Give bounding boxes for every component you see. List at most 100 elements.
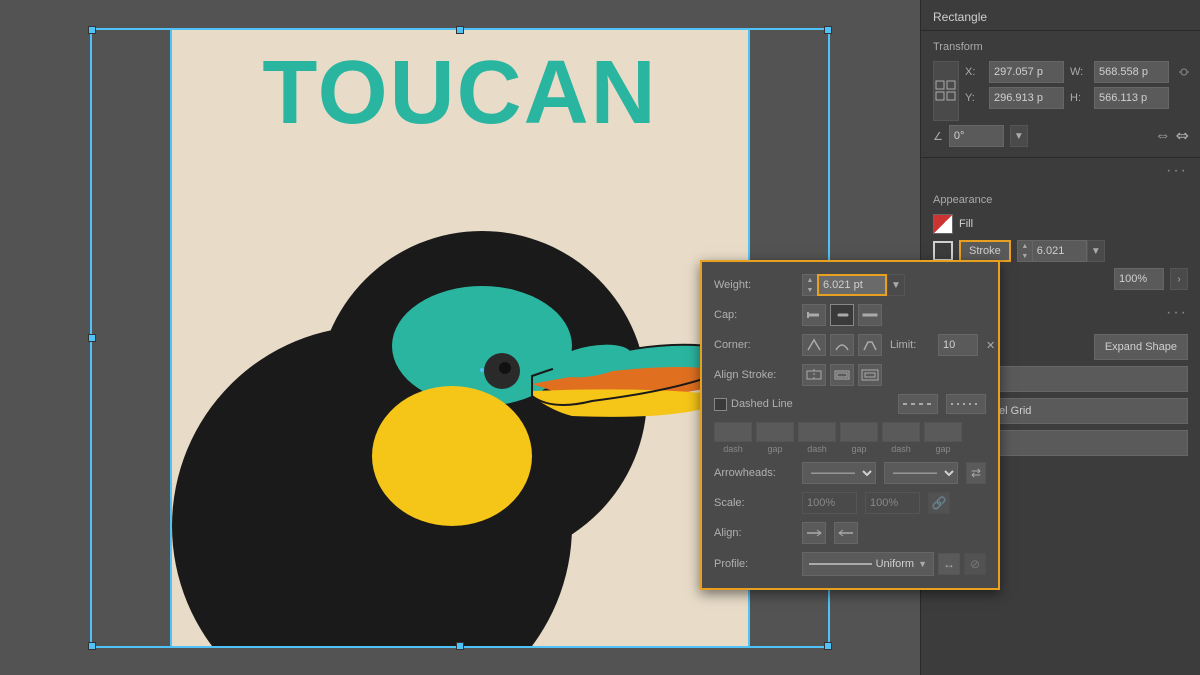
dash-input-2[interactable] — [798, 422, 836, 442]
opacity-more-btn[interactable]: › — [1170, 268, 1188, 290]
gap-input-2[interactable] — [840, 422, 878, 442]
arrowhead-start-select[interactable]: ———— — [802, 462, 876, 484]
flip-horizontal-icon[interactable]: ⇔ — [1155, 127, 1171, 145]
align-outside-svg — [861, 368, 879, 382]
h-input[interactable] — [1094, 87, 1169, 109]
more-dots: ··· — [1166, 162, 1188, 180]
handle-bottom-right[interactable] — [824, 642, 832, 650]
cap-icons — [802, 304, 882, 326]
dash-field-3: dash — [882, 422, 920, 454]
dash-label-3: dash — [891, 444, 911, 454]
appearance-label: Appearance — [933, 194, 1188, 206]
dash-gap-fields: dash gap dash gap dash gap — [714, 422, 986, 454]
arrowhead-end-select[interactable]: ———— — [884, 462, 958, 484]
cap-round-icon[interactable] — [830, 304, 854, 326]
opacity-input[interactable] — [1114, 268, 1164, 290]
flip-vertical-icon[interactable]: ⇕ — [1171, 129, 1191, 142]
scale-start-input[interactable] — [802, 492, 857, 514]
align-outside-icon[interactable] — [858, 364, 882, 386]
round-corner-svg — [834, 338, 850, 352]
scale-label: Scale: — [714, 497, 794, 509]
weight-up-arrow[interactable]: ▲ — [803, 275, 817, 285]
toucan-illustration — [172, 126, 750, 646]
cap-square-icon[interactable] — [858, 304, 882, 326]
corner-bevel-icon[interactable] — [858, 334, 882, 356]
rotation-dropdown[interactable]: ▼ — [1010, 125, 1028, 147]
panel-title-section: Rectangle — [921, 0, 1200, 31]
weight-spinner: ▲ ▼ ▼ — [802, 274, 905, 296]
profile-flip-icon[interactable]: ↔ — [938, 553, 960, 575]
profile-more-icon[interactable]: ⊘ — [964, 553, 986, 575]
transform-more-btn[interactable]: ··· — [921, 158, 1200, 184]
scale-lock-icon[interactable]: 🔗 — [928, 492, 950, 514]
dash-input-1[interactable] — [714, 422, 752, 442]
gap-input-3[interactable] — [924, 422, 962, 442]
weight-row: Weight: ▲ ▼ ▼ — [714, 274, 986, 296]
profile-value-label: Uniform — [876, 558, 915, 570]
dash-label-2: dash — [807, 444, 827, 454]
miter-corner-svg — [806, 338, 822, 352]
dashed-pattern-1[interactable] — [898, 394, 938, 414]
poster-title: TOUCAN — [172, 48, 748, 138]
profile-row: Profile: Uniform ▼ ↔ ⊘ — [714, 552, 986, 576]
scale-end-input[interactable] — [865, 492, 920, 514]
transform-section: Transform X: W: — [921, 31, 1200, 158]
corner-miter-icon[interactable] — [802, 334, 826, 356]
transform-label: Transform — [933, 41, 1188, 53]
weight-value-input[interactable] — [817, 274, 887, 296]
stroke-value-input[interactable] — [1032, 240, 1087, 262]
dash-field-1: dash — [714, 422, 752, 454]
square-cap-svg — [862, 308, 878, 322]
fill-row: Fill — [933, 214, 1188, 234]
stroke-icon[interactable] — [933, 241, 953, 261]
cap-butt-icon[interactable] — [802, 304, 826, 326]
corner-round-icon[interactable] — [830, 334, 854, 356]
rotation-input[interactable] — [949, 125, 1004, 147]
gap-field-2: gap — [840, 422, 878, 454]
handle-top-right[interactable] — [824, 26, 832, 34]
fill-icon[interactable] — [933, 214, 953, 234]
x-input[interactable] — [989, 61, 1064, 83]
stroke-unit-dropdown[interactable]: ▼ — [1087, 240, 1105, 262]
gap-input-1[interactable] — [756, 422, 794, 442]
profile-display[interactable]: Uniform ▼ — [802, 552, 934, 576]
transform-icon-block[interactable] — [933, 61, 959, 121]
handle-middle-left[interactable] — [88, 334, 96, 342]
limit-input[interactable] — [938, 334, 978, 356]
swap-arrowheads-btn[interactable]: ⇄ — [966, 462, 986, 484]
dash-input-3[interactable] — [882, 422, 920, 442]
weight-down-arrow[interactable]: ▼ — [803, 285, 817, 295]
link-proportions-icon[interactable] — [1175, 63, 1193, 81]
dashed-pattern-2[interactable] — [946, 394, 986, 414]
appearance-more-dots: ··· — [1166, 304, 1188, 322]
scale-row: Scale: 🔗 — [714, 492, 986, 514]
align-stroke-icons — [802, 364, 882, 386]
butt-cap-svg — [806, 308, 822, 322]
handle-bottom-left[interactable] — [88, 642, 96, 650]
poster: TOUCAN — [170, 28, 750, 648]
weight-unit-dropdown[interactable]: ▼ — [887, 274, 905, 296]
round-cap-svg — [834, 308, 850, 322]
align-inside-icon[interactable] — [830, 364, 854, 386]
x-label: X: — [965, 66, 983, 78]
dashed-line-checkbox-label[interactable]: Dashed Line — [714, 398, 793, 411]
corner-icons — [802, 334, 882, 356]
expand-shape-button[interactable]: Expand Shape — [1094, 334, 1188, 360]
handle-top-left[interactable] — [88, 26, 96, 34]
y-input[interactable] — [989, 87, 1064, 109]
cap-label: Cap: — [714, 309, 794, 321]
w-input[interactable] — [1094, 61, 1169, 83]
transform-grid-icon — [934, 79, 958, 103]
align-arrowhead-1[interactable] — [802, 522, 826, 544]
stroke-weight-down[interactable]: ▼ — [1018, 251, 1032, 261]
stroke-button[interactable]: Stroke — [959, 240, 1011, 262]
profile-dropdown-arrow: ▼ — [918, 559, 927, 569]
align-arrowhead-2[interactable] — [834, 522, 858, 544]
stroke-weight-up[interactable]: ▲ — [1018, 241, 1032, 251]
limit-close[interactable]: ✕ — [986, 339, 995, 352]
align-stroke-label: Align Stroke: — [714, 369, 794, 381]
corner-label: Corner: — [714, 339, 794, 351]
align-center-icon[interactable] — [802, 364, 826, 386]
dashed-checkbox[interactable] — [714, 398, 727, 411]
gap-field-3: gap — [924, 422, 962, 454]
